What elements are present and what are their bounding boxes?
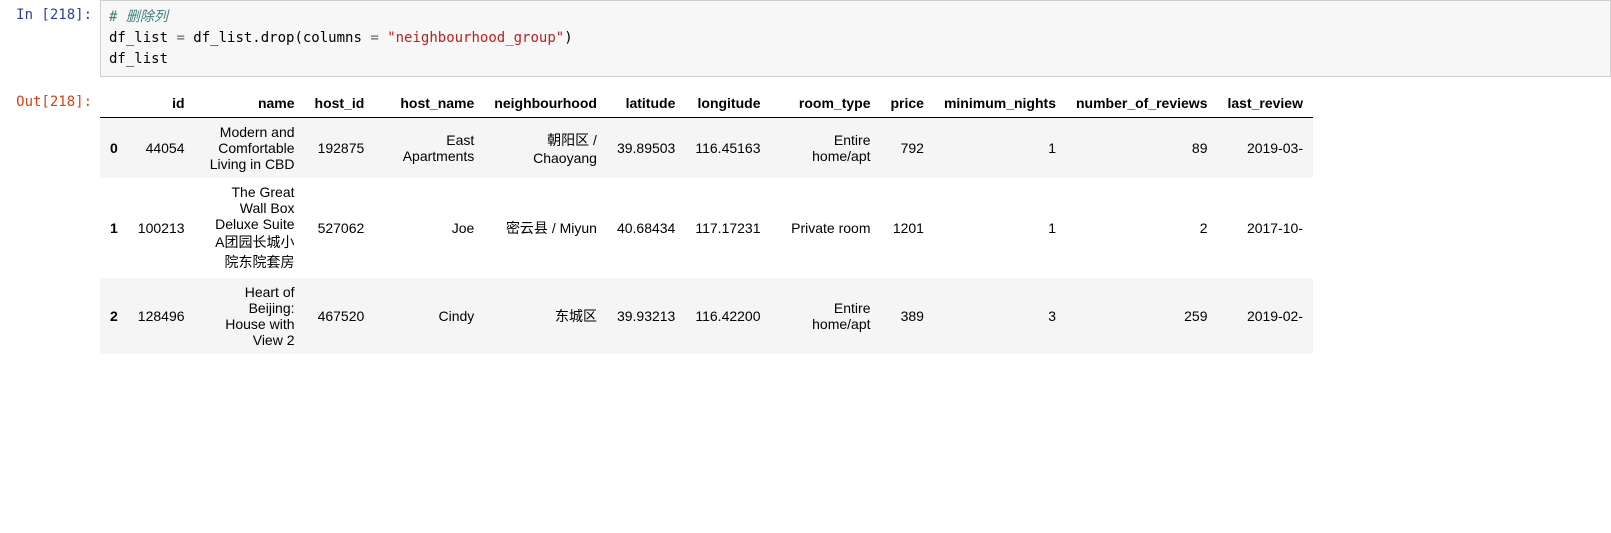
code-token: df_list.drop(columns xyxy=(185,30,370,46)
table-row: 2 128496 Heart of Beijing: House with Vi… xyxy=(100,278,1313,354)
code-string: "neighbourhood_group" xyxy=(387,30,564,46)
col-header-latitude: latitude xyxy=(607,89,685,118)
cell-name: Modern and Comfortable Living in CBD xyxy=(195,118,305,179)
cell-longitude: 116.42200 xyxy=(685,278,770,354)
input-cell: In [218]: # 删除列 df_list = df_list.drop(c… xyxy=(0,0,1611,77)
cell-id: 44054 xyxy=(128,118,195,179)
cell-price: 1201 xyxy=(881,178,934,278)
cell-host-name: Cindy xyxy=(374,278,484,354)
code-token: ) xyxy=(564,30,572,46)
cell-last-review: 2019-03- xyxy=(1217,118,1313,179)
col-header-id: id xyxy=(128,89,195,118)
cell-name: The Great Wall Box Deluxe Suite A团园长城小院东… xyxy=(195,178,305,278)
code-editor[interactable]: # 删除列 df_list = df_list.drop(columns = "… xyxy=(100,0,1611,77)
col-header-neighbourhood: neighbourhood xyxy=(484,89,607,118)
cell-host-name: East Apartments xyxy=(374,118,484,179)
dataframe-table: id name host_id host_name neighbourhood … xyxy=(100,89,1313,354)
cell-last-review: 2019-02- xyxy=(1217,278,1313,354)
col-header-price: price xyxy=(881,89,934,118)
cell-host-id: 527062 xyxy=(305,178,375,278)
code-token: df_list xyxy=(109,51,168,67)
row-index: 2 xyxy=(100,278,128,354)
input-prompt: In [218]: xyxy=(0,0,100,77)
col-header-host-name: host_name xyxy=(374,89,484,118)
cell-room-type: Private room xyxy=(771,178,881,278)
cell-neighbourhood: 朝阳区 / Chaoyang xyxy=(484,118,607,179)
code-token: df_list xyxy=(109,30,176,46)
col-header-minimum-nights: minimum_nights xyxy=(934,89,1066,118)
output-prompt: Out[218]: xyxy=(0,87,100,354)
cell-host-id: 192875 xyxy=(305,118,375,179)
row-index: 1 xyxy=(100,178,128,278)
cell-neighbourhood: 密云县 / Miyun xyxy=(484,178,607,278)
cell-room-type: Entire home/apt xyxy=(771,278,881,354)
cell-number-of-reviews: 2 xyxy=(1066,178,1218,278)
output-scroll[interactable]: id name host_id host_name neighbourhood … xyxy=(100,89,1611,354)
table-row: 0 44054 Modern and Comfortable Living in… xyxy=(100,118,1313,179)
cell-id: 128496 xyxy=(128,278,195,354)
col-header-longitude: longitude xyxy=(685,89,770,118)
cell-last-review: 2017-10- xyxy=(1217,178,1313,278)
cell-price: 792 xyxy=(881,118,934,179)
col-header-last-review: last_review xyxy=(1217,89,1313,118)
cell-price: 389 xyxy=(881,278,934,354)
code-token: = xyxy=(370,30,378,46)
col-header-index xyxy=(100,89,128,118)
table-header-row: id name host_id host_name neighbourhood … xyxy=(100,89,1313,118)
cell-host-id: 467520 xyxy=(305,278,375,354)
cell-latitude: 39.93213 xyxy=(607,278,685,354)
cell-name: Heart of Beijing: House with View 2 xyxy=(195,278,305,354)
cell-latitude: 40.68434 xyxy=(607,178,685,278)
col-header-host-id: host_id xyxy=(305,89,375,118)
cell-host-name: Joe xyxy=(374,178,484,278)
cell-number-of-reviews: 259 xyxy=(1066,278,1218,354)
cell-minimum-nights: 3 xyxy=(934,278,1066,354)
row-index: 0 xyxy=(100,118,128,179)
cell-room-type: Entire home/apt xyxy=(771,118,881,179)
col-header-room-type: room_type xyxy=(771,89,881,118)
cell-longitude: 117.17231 xyxy=(685,178,770,278)
cell-neighbourhood: 东城区 xyxy=(484,278,607,354)
code-comment: # 删除列 xyxy=(109,9,168,25)
output-area: id name host_id host_name neighbourhood … xyxy=(100,87,1611,354)
table-row: 1 100213 The Great Wall Box Deluxe Suite… xyxy=(100,178,1313,278)
cell-minimum-nights: 1 xyxy=(934,178,1066,278)
col-header-number-of-reviews: number_of_reviews xyxy=(1066,89,1218,118)
cell-latitude: 39.89503 xyxy=(607,118,685,179)
code-token xyxy=(379,30,387,46)
cell-number-of-reviews: 89 xyxy=(1066,118,1218,179)
code-token: = xyxy=(176,30,184,46)
cell-longitude: 116.45163 xyxy=(685,118,770,179)
cell-minimum-nights: 1 xyxy=(934,118,1066,179)
output-cell: Out[218]: id name host_id host_name neig… xyxy=(0,87,1611,354)
cell-id: 100213 xyxy=(128,178,195,278)
col-header-name: name xyxy=(195,89,305,118)
